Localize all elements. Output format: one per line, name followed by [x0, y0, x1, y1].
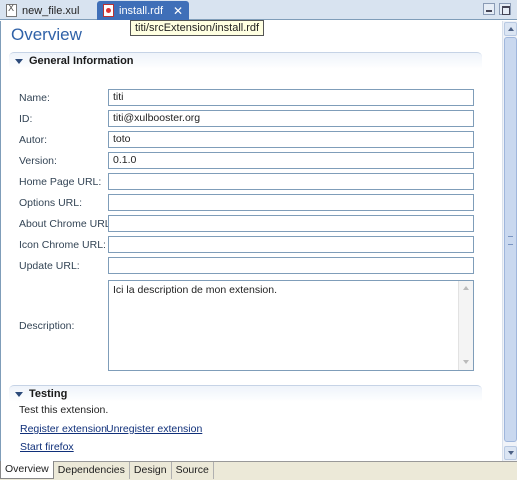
options-url-label: Options URL:: [19, 197, 83, 209]
version-label: Version:: [19, 155, 57, 167]
start-firefox-link[interactable]: Start firefox: [20, 441, 74, 453]
tab-source[interactable]: Source: [172, 462, 214, 479]
tab-overview[interactable]: Overview: [0, 461, 54, 479]
tab-new-file-xul[interactable]: new_file.xul: [0, 1, 93, 20]
icon-chrome-url-label: Icon Chrome URL:: [19, 239, 106, 251]
scroll-down-button[interactable]: [504, 446, 517, 460]
description-textarea[interactable]: Ici la description de mon extension.: [108, 280, 474, 371]
editor-content: Overview General Information Name: titi …: [0, 21, 502, 461]
id-label: ID:: [19, 113, 33, 125]
tab-label: new_file.xul: [22, 4, 80, 17]
minimize-button[interactable]: [483, 3, 495, 15]
editor-tab-bar: new_file.xul install.rdf ✕: [0, 0, 517, 20]
testing-section-header[interactable]: Testing: [9, 385, 482, 402]
tab-install-rdf[interactable]: install.rdf ✕: [97, 1, 189, 20]
unregister-extension-link[interactable]: Unregister extension: [106, 423, 202, 435]
scrollbar-thumb[interactable]: [504, 37, 517, 442]
about-chrome-url-field[interactable]: [108, 215, 474, 232]
rdf-file-icon: [103, 4, 114, 17]
section-title: Testing: [29, 388, 68, 400]
id-field[interactable]: titi@xulbooster.org: [108, 110, 474, 127]
general-information-section-header[interactable]: General Information: [9, 52, 482, 69]
page-title: Overview: [11, 25, 82, 44]
name-label: Name:: [19, 92, 50, 104]
name-field[interactable]: titi: [108, 89, 474, 106]
scroll-up-icon[interactable]: [461, 283, 472, 294]
icon-chrome-url-field[interactable]: [108, 236, 474, 253]
version-field[interactable]: 0.1.0: [108, 152, 474, 169]
scroll-down-icon[interactable]: [461, 357, 472, 368]
editor-scrollbar[interactable]: [502, 21, 517, 461]
options-url-field[interactable]: [108, 194, 474, 211]
close-icon[interactable]: ✕: [173, 4, 183, 18]
tab-dependencies[interactable]: Dependencies: [54, 462, 130, 479]
collapse-triangle-icon[interactable]: [15, 58, 23, 64]
autor-label: Autor:: [19, 134, 48, 146]
maximize-button[interactable]: [499, 3, 511, 15]
tab-label: install.rdf: [119, 4, 164, 17]
description-label: Description:: [19, 320, 75, 332]
testing-description: Test this extension.: [19, 404, 109, 416]
scroll-up-button[interactable]: [504, 22, 517, 36]
description-scrollbar[interactable]: [458, 281, 473, 370]
about-chrome-url-label: About Chrome URL:: [19, 218, 114, 230]
editor-window: new_file.xul install.rdf ✕ titi/srcExten…: [0, 0, 517, 480]
section-title: General Information: [29, 55, 134, 67]
tab-tooltip: titi/srcExtension/install.rdf: [130, 20, 265, 36]
autor-field[interactable]: toto: [108, 131, 474, 148]
page-tabs: Overview Dependencies Design Source: [0, 461, 517, 480]
update-url-label: Update URL:: [19, 260, 80, 272]
tab-design[interactable]: Design: [130, 462, 172, 479]
description-text: Ici la description de mon extension.: [113, 284, 278, 296]
xul-file-icon: [6, 4, 17, 17]
home-page-url-label: Home Page URL:: [19, 176, 102, 188]
register-extension-link[interactable]: Register extension: [20, 423, 107, 435]
update-url-field[interactable]: [108, 257, 474, 274]
collapse-triangle-icon[interactable]: [15, 391, 23, 397]
home-page-url-field[interactable]: [108, 173, 474, 190]
